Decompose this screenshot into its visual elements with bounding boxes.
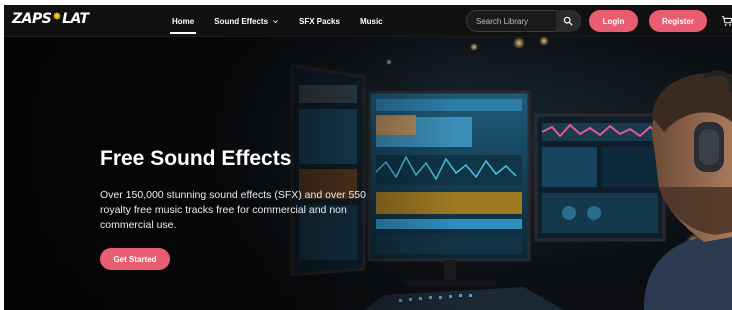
login-button[interactable]: Login: [589, 10, 638, 32]
nav-home[interactable]: Home: [169, 5, 197, 37]
page-frame: ZAPS ✸ LAT Home Sound Effects SFX Packs Mu…: [4, 5, 732, 310]
search-button[interactable]: [556, 10, 580, 32]
logo-text-start: ZAPS: [12, 11, 52, 27]
search-input[interactable]: [476, 14, 556, 29]
nav-sound-effects[interactable]: Sound Effects: [214, 5, 279, 37]
logo-text-end: LAT: [62, 11, 89, 27]
get-started-label: Get Started: [113, 254, 157, 264]
register-label: Register: [661, 16, 694, 26]
search-icon: [563, 16, 573, 26]
nav-music-label: Music: [359, 16, 383, 26]
nav-sfx-packs[interactable]: SFX Packs: [299, 5, 340, 37]
top-navbar: ZAPS ✸ LAT Home Sound Effects SFX Packs Mu…: [4, 5, 732, 37]
hero-title: Free Sound Effects: [100, 147, 292, 170]
logo-star-icon: ✸: [52, 9, 62, 23]
nav-music[interactable]: Music: [360, 5, 383, 37]
brand-logo[interactable]: ZAPS ✸ LAT: [12, 9, 89, 28]
search-box: [466, 10, 581, 32]
get-started-button[interactable]: Get Started: [100, 248, 170, 270]
hero-description: Over 150,000 stunning sound effects (SFX…: [100, 189, 366, 231]
nav-home-label: Home: [172, 16, 195, 26]
nav-sfx-packs-label: SFX Packs: [299, 16, 340, 26]
chevron-down-icon: [273, 19, 278, 23]
login-label: Login: [602, 16, 625, 26]
nav-links: Home Sound Effects SFX Packs Music: [169, 5, 403, 37]
register-button[interactable]: Register: [649, 10, 707, 32]
cart-icon[interactable]: [721, 15, 732, 27]
nav-sound-effects-label: Sound Effects: [214, 16, 269, 26]
hero-section: Free Sound Effects Over 150,000 stunning…: [4, 37, 732, 310]
